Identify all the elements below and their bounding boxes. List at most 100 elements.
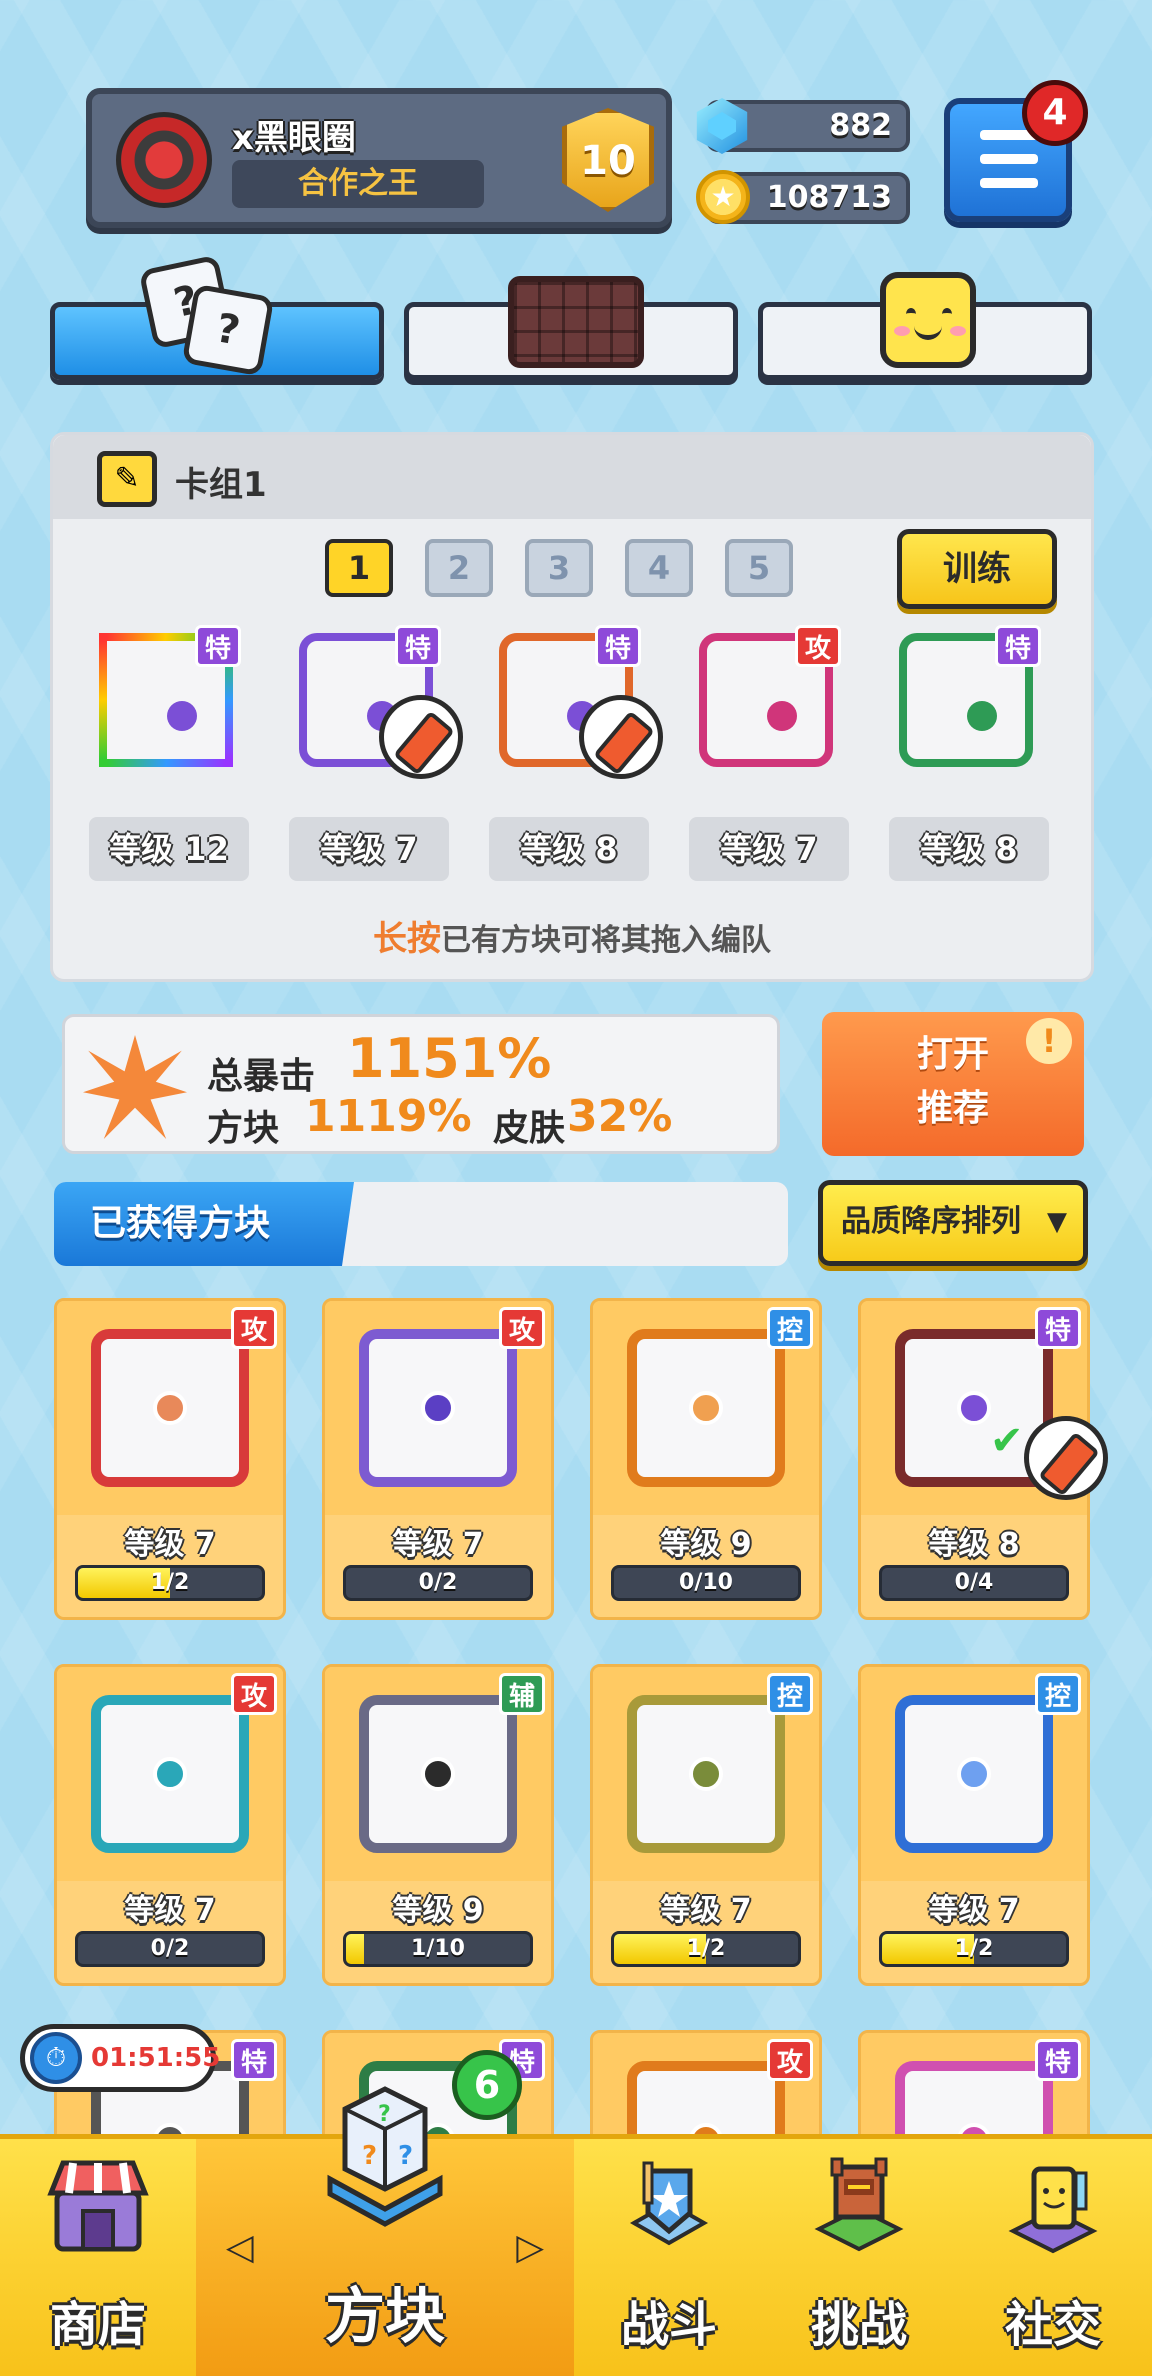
checkmark-icon: ✔ bbox=[990, 1418, 1024, 1464]
type-tag: 攻 bbox=[231, 1307, 277, 1349]
upgrade-eraser-icon[interactable] bbox=[1024, 1416, 1108, 1500]
block-progress-text: 1/10 bbox=[411, 1936, 465, 1961]
nav-shop[interactable]: 商店 bbox=[0, 2139, 196, 2376]
sort-label: 品质降序排列 bbox=[841, 1204, 1021, 1239]
shop-icon bbox=[43, 2153, 153, 2263]
nav-label: 挑战 bbox=[810, 2297, 907, 2353]
chevron-left-icon[interactable]: ◁ bbox=[226, 2227, 254, 2268]
type-tag: 攻 bbox=[231, 1673, 277, 1715]
block-card[interactable]: 控等级 7 1/2 bbox=[590, 1664, 822, 1986]
deck-number-2[interactable]: 2 bbox=[425, 539, 493, 597]
upgrade-eraser-icon[interactable] bbox=[579, 695, 663, 779]
block-level: 等级 7 bbox=[660, 1893, 752, 1928]
block-image bbox=[91, 1329, 249, 1487]
block-level: 等级 9 bbox=[392, 1893, 484, 1928]
block-progress-text: 1/2 bbox=[150, 1570, 190, 1595]
deck-card-level: 等级 7 bbox=[289, 817, 449, 881]
block-progress-bar: 1/2 bbox=[75, 1565, 265, 1601]
deck-number-1[interactable]: 1 bbox=[325, 539, 393, 597]
type-tag: 攻 bbox=[499, 1307, 545, 1349]
deck-card-level: 等级 8 bbox=[489, 817, 649, 881]
chevron-right-icon[interactable]: ▷ bbox=[516, 2227, 544, 2268]
chevron-down-icon: ▼ bbox=[1047, 1207, 1067, 1237]
block-card[interactable]: 控等级 7 1/2 bbox=[858, 1664, 1090, 1986]
sort-dropdown[interactable]: 品质降序排列 ▼ bbox=[818, 1180, 1088, 1266]
avatar[interactable] bbox=[116, 112, 212, 208]
block-level: 等级 7 bbox=[928, 1893, 1020, 1928]
pencil-icon[interactable]: ✎ bbox=[97, 451, 157, 507]
skin-crit-label: 皮肤 bbox=[493, 1108, 566, 1149]
block-progress-bar: 1/10 bbox=[343, 1931, 533, 1967]
card-core bbox=[967, 701, 997, 731]
block-image bbox=[359, 1329, 517, 1487]
notification-badge: 4 bbox=[1022, 80, 1088, 146]
block-progress-text: 1/2 bbox=[954, 1936, 994, 1961]
crit-stats-panel: 总暴击 1151% 方块 1119% 皮肤 32% bbox=[62, 1014, 780, 1154]
nav-battle[interactable]: 战斗 bbox=[574, 2139, 764, 2376]
block-core bbox=[421, 1391, 455, 1425]
crit-burst-icon bbox=[83, 1035, 187, 1139]
block-core bbox=[153, 1757, 187, 1791]
type-tag: 控 bbox=[1035, 1673, 1081, 1715]
type-tag: 辅 bbox=[499, 1673, 545, 1715]
deck-title: 卡组1 bbox=[175, 465, 267, 505]
block-chest-count: 6 bbox=[452, 2050, 522, 2120]
block-level: 等级 7 bbox=[124, 1527, 216, 1562]
deck-number-4[interactable]: 4 bbox=[625, 539, 693, 597]
svg-text:?: ? bbox=[378, 2102, 391, 2127]
nav-challenge[interactable]: 挑战 bbox=[764, 2139, 954, 2376]
nav-label: 社交 bbox=[1004, 2297, 1101, 2353]
social-icon bbox=[998, 2153, 1108, 2263]
nav-blocks[interactable]: ? ? ? ◁ ▷ 方块 bbox=[196, 2086, 574, 2376]
alert-icon: ! bbox=[1026, 1018, 1072, 1064]
block-core bbox=[957, 1757, 991, 1791]
deck-card[interactable]: 特 bbox=[891, 625, 1041, 775]
deck-number-3[interactable]: 3 bbox=[525, 539, 593, 597]
coin-icon: ★ bbox=[696, 170, 750, 224]
block-progress-text: 0/10 bbox=[679, 1570, 733, 1595]
type-tag: 控 bbox=[767, 1673, 813, 1715]
card-core bbox=[167, 701, 197, 731]
block-progress-text: 0/4 bbox=[954, 1570, 994, 1595]
block-chest-icon: ? ? ? bbox=[310, 2069, 460, 2229]
skin-crit-value: 32% bbox=[567, 1091, 673, 1142]
battle-icon bbox=[614, 2153, 724, 2263]
block-core bbox=[689, 1391, 723, 1425]
block-level: 等级 7 bbox=[124, 1893, 216, 1928]
block-image bbox=[359, 1695, 517, 1853]
type-tag: 特 bbox=[231, 2039, 277, 2081]
deck-hint: 长按已有方块可将其拖入编队 bbox=[53, 911, 1091, 960]
block-image bbox=[627, 1329, 785, 1487]
rank-badge[interactable]: 10 bbox=[562, 108, 654, 212]
type-tag: 特 bbox=[395, 625, 441, 667]
block-level: 等级 9 bbox=[660, 1527, 752, 1562]
deck-number-5[interactable]: 5 bbox=[725, 539, 793, 597]
block-card[interactable]: 攻等级 7 1/2 bbox=[54, 1298, 286, 1620]
train-button[interactable]: 训练 bbox=[897, 529, 1057, 609]
deck-card[interactable]: 攻 bbox=[691, 625, 841, 775]
nav-label: 战斗 bbox=[620, 2297, 717, 2353]
block-core bbox=[421, 1757, 455, 1791]
gem-value: 882 bbox=[829, 108, 892, 143]
nav-social[interactable]: 社交 bbox=[954, 2139, 1152, 2376]
profile-card[interactable]: x黑眼圈 合作之王 10 bbox=[86, 88, 672, 228]
block-crit-value: 1119% bbox=[305, 1091, 472, 1142]
upgrade-eraser-icon[interactable] bbox=[379, 695, 463, 779]
block-progress-bar: 0/2 bbox=[343, 1565, 533, 1601]
block-card[interactable]: 控等级 9 0/10 bbox=[590, 1298, 822, 1620]
tab-obtained-blocks[interactable]: 已获得方块 bbox=[54, 1182, 354, 1266]
chocolate-board-icon bbox=[508, 276, 644, 368]
block-core bbox=[957, 1391, 991, 1425]
block-card[interactable]: 辅等级 9 1/10 bbox=[322, 1664, 554, 1986]
block-card[interactable]: 攻等级 7 0/2 bbox=[54, 1664, 286, 1986]
player-title: 合作之王 bbox=[232, 160, 484, 208]
block-progress-text: 0/2 bbox=[418, 1570, 458, 1595]
block-core bbox=[689, 1757, 723, 1791]
menu-icon-line bbox=[980, 178, 1038, 188]
dice-icon: ? bbox=[181, 283, 275, 377]
type-tag: 特 bbox=[595, 625, 641, 667]
svg-text:?: ? bbox=[362, 2141, 377, 2171]
block-card[interactable]: 攻等级 7 0/2 bbox=[322, 1298, 554, 1620]
deck-card[interactable]: 特 bbox=[91, 625, 241, 775]
deck-card-level: 等级 12 bbox=[89, 817, 249, 881]
